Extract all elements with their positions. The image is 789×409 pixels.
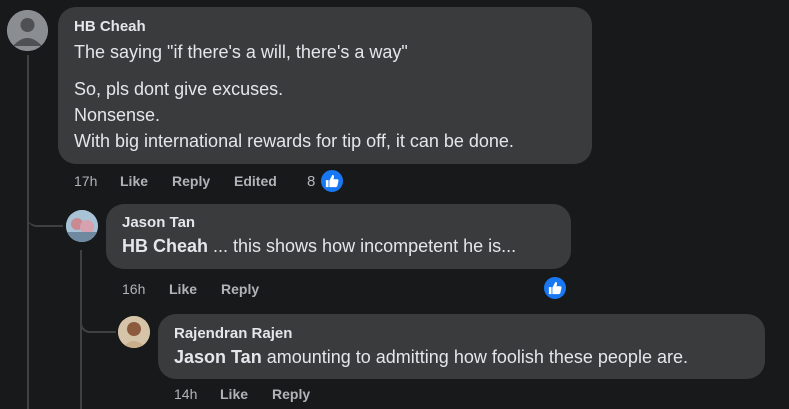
like-button[interactable]: Like xyxy=(220,386,248,402)
reaction-count[interactable]: 8 xyxy=(307,173,315,190)
comment-text-body: amounting to admitting how foolish these… xyxy=(261,347,688,367)
thumbs-up-icon[interactable] xyxy=(542,275,568,301)
thread-line-main xyxy=(27,55,29,409)
comment-text-line: The saying "if there's a will, there's a… xyxy=(74,42,408,62)
thread-branch-jason xyxy=(27,195,63,227)
thread-branch-rajen xyxy=(80,305,116,333)
comment-text-line: With big international rewards for tip o… xyxy=(74,131,514,151)
avatar[interactable] xyxy=(118,316,150,348)
comment-author[interactable]: Rajendran Rajen xyxy=(174,325,292,342)
comment-author[interactable]: HB Cheah xyxy=(74,18,146,35)
mention-link[interactable]: HB Cheah xyxy=(122,236,208,256)
reply-button[interactable]: Reply xyxy=(172,173,210,189)
comment-text-line: So, pls dont give excuses. xyxy=(74,79,284,99)
comment-timestamp[interactable]: 16h xyxy=(122,281,145,297)
comment-text: Jason Tan amounting to admitting how foo… xyxy=(174,347,688,368)
comment-author[interactable]: Jason Tan xyxy=(122,214,195,231)
reply-button[interactable]: Reply xyxy=(221,281,259,297)
edited-label[interactable]: Edited xyxy=(234,173,277,189)
comment-text: HB Cheah ... this shows how incompetent … xyxy=(122,236,516,257)
reply-button[interactable]: Reply xyxy=(272,386,310,402)
comment-text-line: Nonsense. xyxy=(74,105,161,125)
like-button[interactable]: Like xyxy=(120,173,148,189)
thumbs-up-icon[interactable] xyxy=(319,168,345,194)
like-button[interactable]: Like xyxy=(169,281,197,297)
avatar[interactable] xyxy=(66,210,98,242)
comment-text-body: ... this shows how incompetent he is... xyxy=(208,236,517,256)
mention-link[interactable]: Jason Tan xyxy=(174,347,262,367)
comment-timestamp[interactable]: 14h xyxy=(174,386,197,402)
comment-timestamp[interactable]: 17h xyxy=(74,173,97,189)
default-avatar-icon[interactable] xyxy=(7,10,48,51)
